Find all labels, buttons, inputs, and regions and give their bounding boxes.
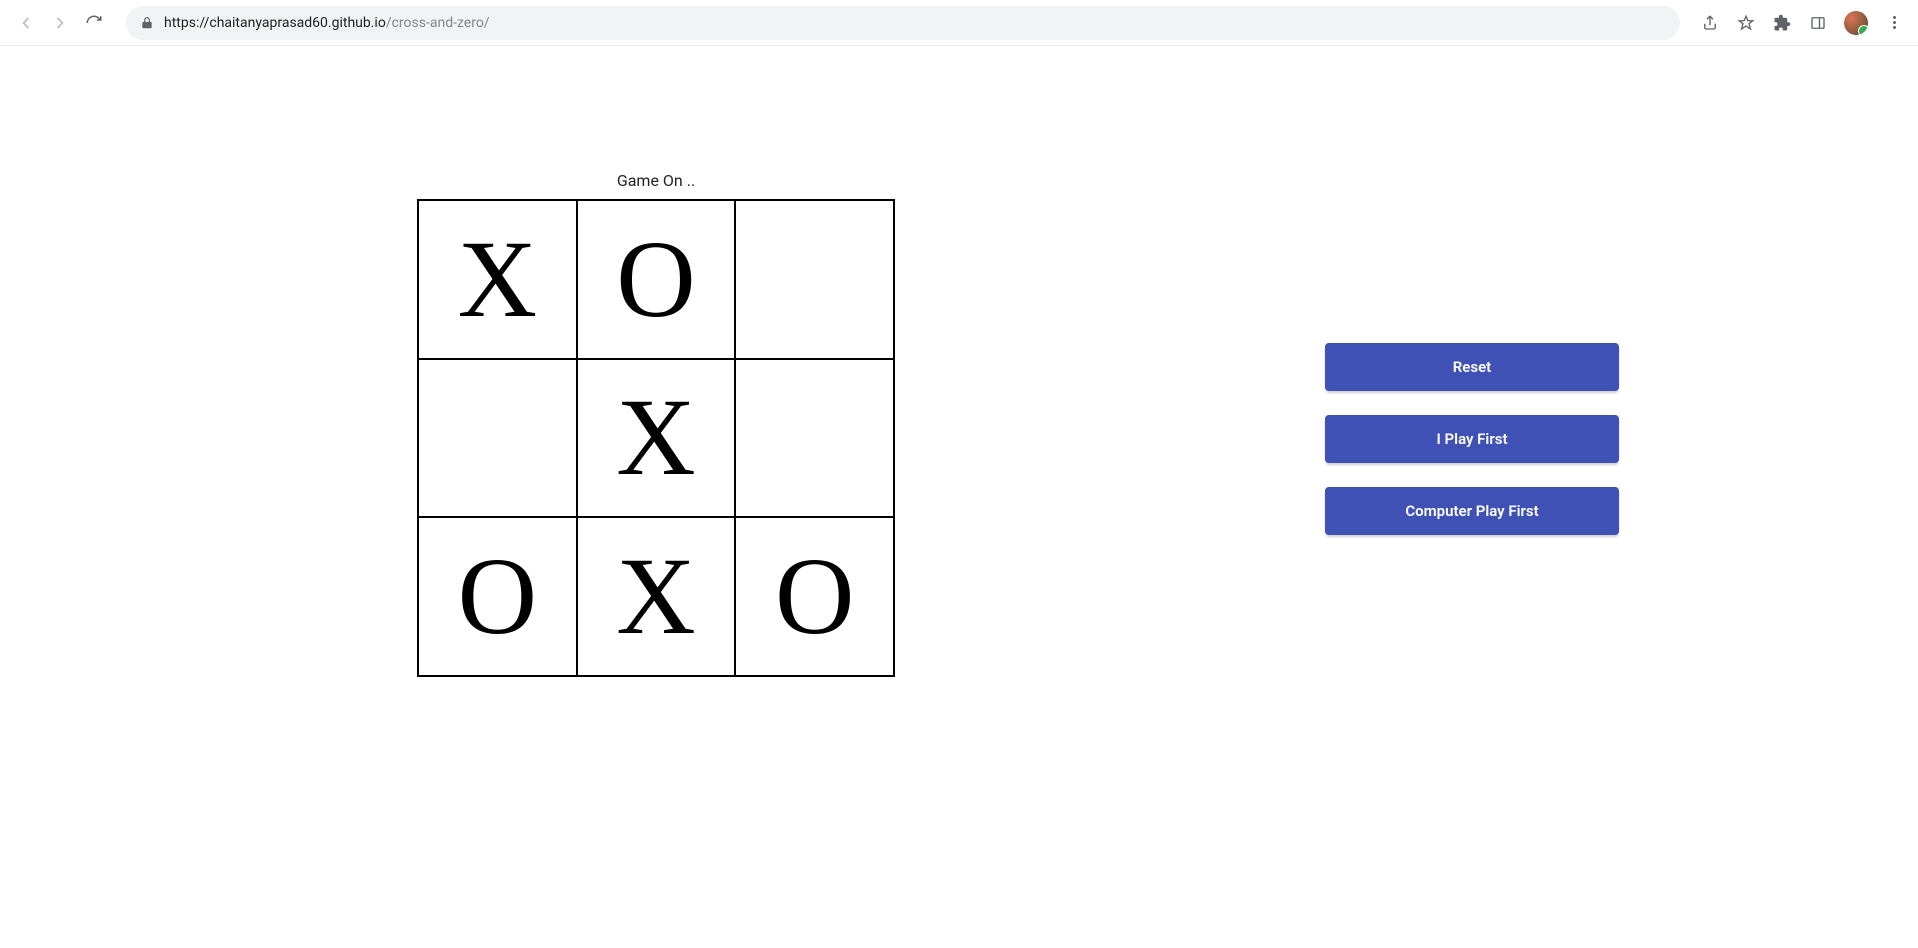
back-button[interactable]: [16, 13, 36, 33]
i-play-first-button[interactable]: I Play First: [1325, 415, 1619, 463]
reload-button[interactable]: [84, 13, 104, 33]
star-icon[interactable]: [1736, 13, 1756, 33]
computer-play-first-button[interactable]: Computer Play First: [1325, 487, 1619, 535]
chrome-right: [1694, 11, 1910, 35]
lock-icon: [140, 16, 154, 30]
share-icon[interactable]: [1700, 13, 1720, 33]
nav-controls: [8, 13, 112, 33]
game-board: X O X O X O: [417, 199, 895, 677]
menu-icon[interactable]: [1884, 13, 1904, 33]
cell-1-1[interactable]: X: [577, 359, 736, 518]
cell-0-0[interactable]: X: [418, 200, 577, 359]
cell-1-0[interactable]: [418, 359, 577, 518]
cell-2-1[interactable]: X: [577, 517, 736, 676]
page-content: Game On .. X O X O X O Reset I Play Firs…: [0, 46, 1918, 948]
url-host: https://chaitanyaprasad60.github.io: [164, 15, 386, 31]
cell-2-0[interactable]: O: [418, 517, 577, 676]
profile-avatar[interactable]: [1844, 11, 1868, 35]
panel-icon[interactable]: [1808, 13, 1828, 33]
game-status: Game On ..: [417, 171, 895, 190]
cell-2-2[interactable]: O: [735, 517, 894, 676]
url-path: /cross-and-zero/: [386, 15, 490, 31]
forward-button[interactable]: [50, 13, 70, 33]
cell-0-2[interactable]: [735, 200, 894, 359]
address-bar[interactable]: https://chaitanyaprasad60.github.io/cros…: [126, 6, 1680, 40]
cell-0-1[interactable]: O: [577, 200, 736, 359]
browser-chrome: https://chaitanyaprasad60.github.io/cros…: [0, 0, 1918, 46]
extensions-icon[interactable]: [1772, 13, 1792, 33]
controls-panel: Reset I Play First Computer Play First: [1325, 343, 1619, 535]
reset-button[interactable]: Reset: [1325, 343, 1619, 391]
cell-1-2[interactable]: [735, 359, 894, 518]
